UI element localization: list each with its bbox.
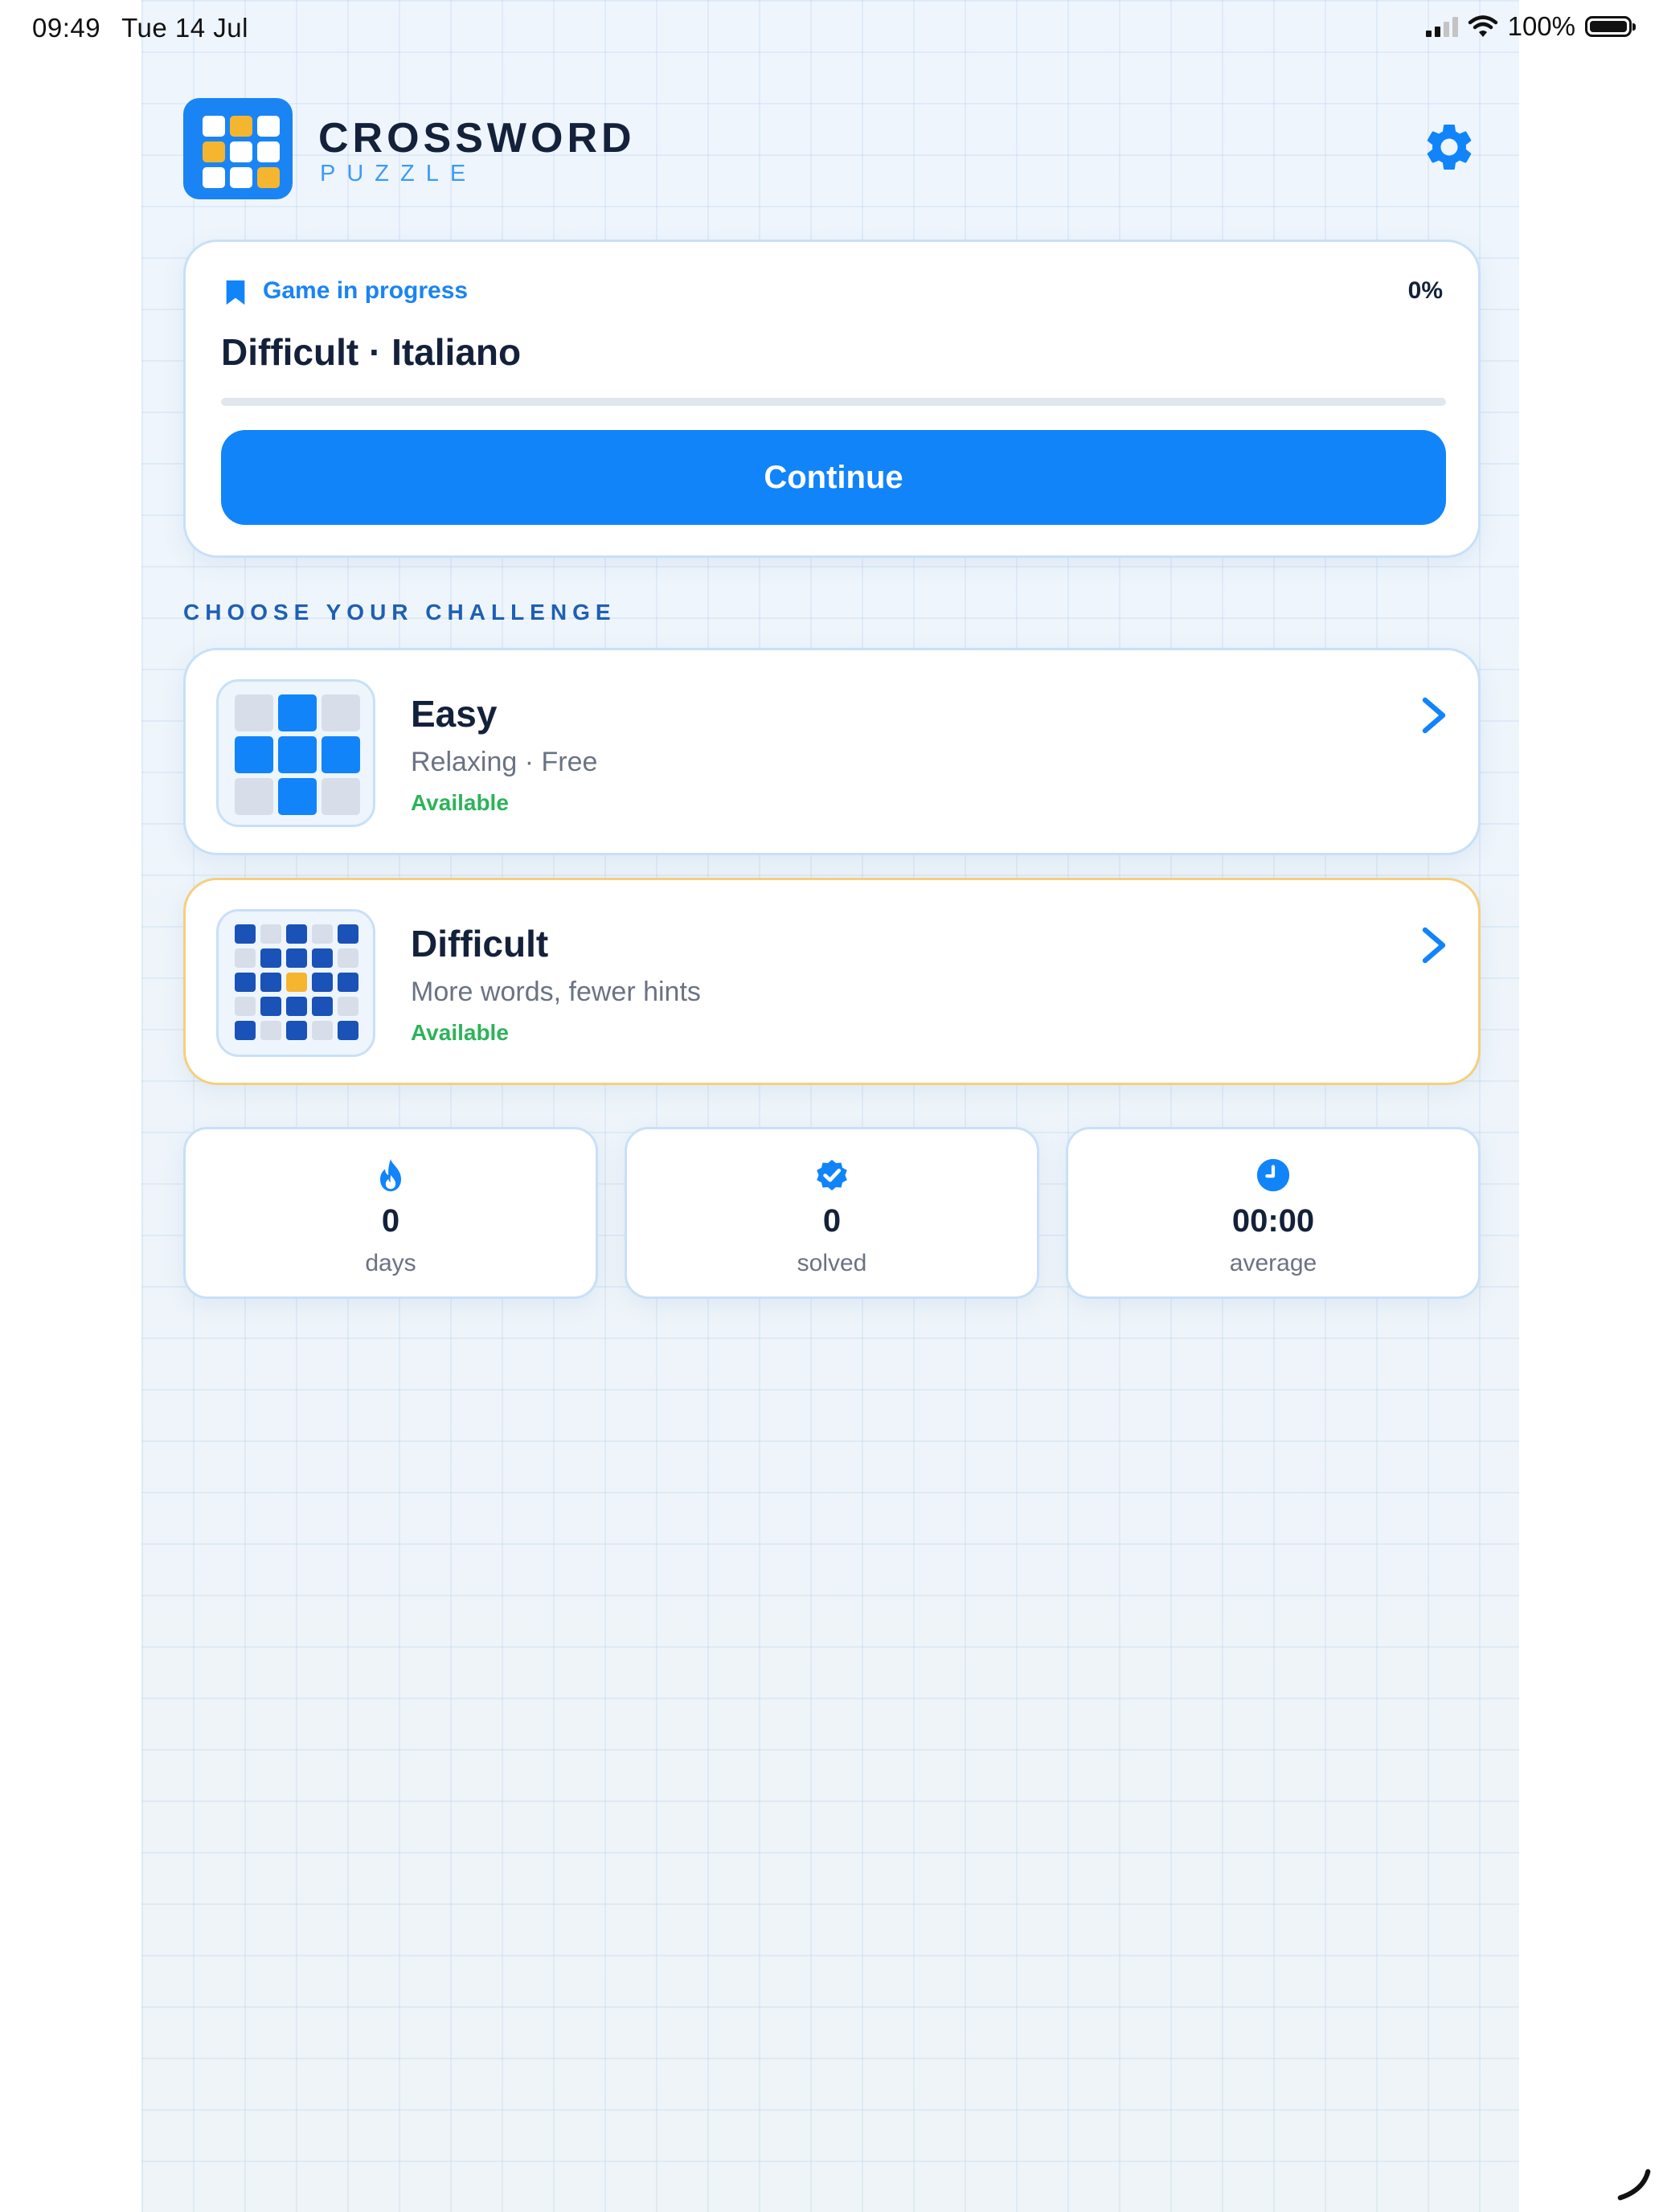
stat-card-solved: 0 solved	[625, 1127, 1039, 1299]
level-card-easy[interactable]: Easy Relaxing · Free Available	[183, 648, 1481, 855]
game-title: Difficult · Italiano	[221, 331, 522, 373]
app-header: CROSSWORD PUZZLE	[183, 98, 1477, 199]
wifi-icon	[1468, 15, 1497, 37]
stat-card-average: 00:00 average	[1066, 1127, 1481, 1299]
chevron-right-icon	[1422, 927, 1446, 964]
crossword-logo-icon	[183, 98, 293, 199]
level-description: More words, fewer hints	[411, 977, 701, 1007]
stat-label: days	[365, 1250, 416, 1276]
section-title: CHOOSE YOUR CHALLENGE	[183, 600, 616, 625]
stat-label: average	[1229, 1250, 1317, 1276]
clock-icon	[1256, 1158, 1290, 1192]
verified-badge-icon	[817, 1159, 847, 1191]
stat-label: solved	[797, 1250, 867, 1276]
game-status-label: Game in progress	[263, 277, 469, 304]
status-time: 09:49	[32, 13, 101, 43]
battery-icon	[1585, 16, 1636, 37]
level-name: Difficult	[411, 923, 549, 965]
status-date: Tue 14 Jul	[121, 13, 248, 43]
level-description: Relaxing · Free	[411, 747, 598, 777]
flame-icon	[379, 1158, 402, 1192]
app-subtitle: PUZZLE	[320, 161, 477, 186]
status-clock: 09:49 Tue 14 Jul	[32, 13, 248, 43]
stat-value: 0	[381, 1203, 400, 1239]
progress-percent: 0%	[1407, 277, 1443, 304]
status-indicators: 100%	[1425, 11, 1636, 42]
stat-value: 0	[822, 1203, 842, 1239]
level-status: Available	[411, 1020, 509, 1045]
bookmark-icon	[226, 280, 245, 305]
gear-icon[interactable]	[1421, 119, 1477, 175]
progress-bar	[221, 398, 1446, 406]
level-name: Easy	[411, 693, 498, 735]
stat-value: 00:00	[1231, 1203, 1315, 1239]
level-status: Available	[411, 790, 509, 815]
battery-percent: 100%	[1507, 11, 1575, 41]
cellular-signal-icon	[1425, 16, 1458, 37]
difficult-grid-icon	[216, 909, 375, 1057]
status-bar: 09:49 Tue 14 Jul 100%	[0, 0, 1659, 61]
game-in-progress-card: Game in progress 0% Difficult · Italiano…	[183, 240, 1481, 558]
easy-grid-icon	[216, 679, 375, 827]
activity-spinner-icon	[1617, 2169, 1651, 2201]
app-title: CROSSWORD	[318, 115, 636, 162]
continue-button[interactable]: Continue	[221, 430, 1446, 525]
chevron-right-icon	[1422, 697, 1446, 734]
stat-card-streak: 0 days	[183, 1127, 598, 1299]
app-container: CROSSWORD PUZZLE Game in progress 0% Dif…	[141, 0, 1519, 2212]
level-card-difficult[interactable]: Difficult More words, fewer hints Availa…	[183, 878, 1481, 1085]
